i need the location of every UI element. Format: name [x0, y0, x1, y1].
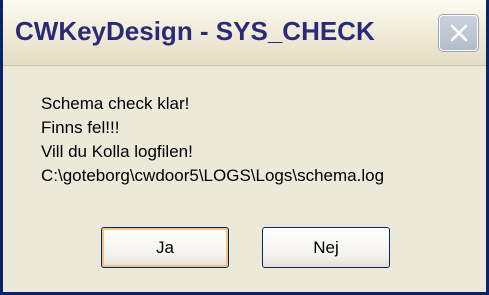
window-title: CWKeyDesign - SYS_CHECK [15, 16, 375, 46]
yes-button-label: Ja [156, 237, 174, 257]
log-file-path: C:\goteborg\cwdoor5\LOGS\Logs\schema.log [41, 166, 385, 185]
close-button[interactable] [439, 15, 478, 51]
message-text: Schema check klar! Finns fel!!! Vill du … [41, 92, 384, 188]
close-icon [448, 22, 470, 44]
title-bar[interactable]: CWKeyDesign - SYS_CHECK [3, 0, 486, 66]
message-dialog: CWKeyDesign - SYS_CHECK Schema check kla… [0, 0, 489, 295]
message-line: Vill du Kolla logfilen! [41, 142, 193, 161]
no-button[interactable]: Nej [262, 227, 390, 268]
message-line: Schema check klar! [41, 94, 190, 113]
message-line: Finns fel!!! [41, 118, 120, 137]
yes-button[interactable]: Ja [101, 227, 229, 268]
no-button-label: Nej [313, 237, 339, 257]
